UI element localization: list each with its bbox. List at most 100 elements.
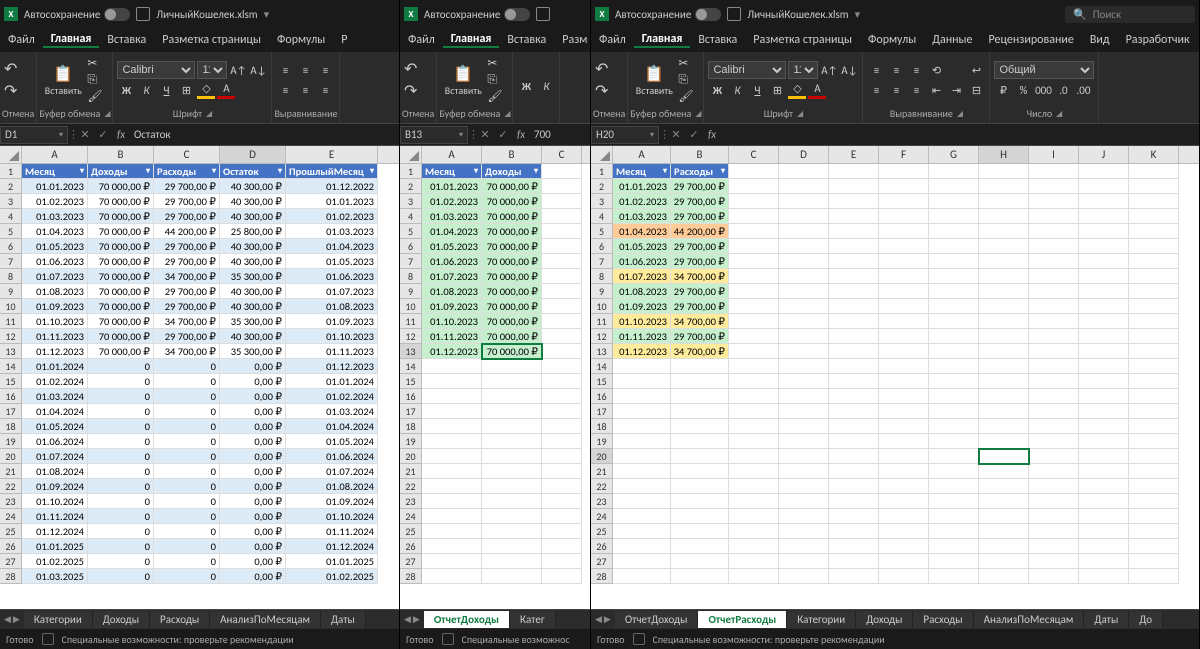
cell[interactable] — [1079, 299, 1129, 314]
cell[interactable]: 40 300,00 ₽ — [220, 329, 286, 344]
accounting-icon[interactable]: ₽ — [994, 81, 1012, 99]
cell[interactable] — [779, 434, 829, 449]
cell[interactable] — [542, 419, 582, 434]
cell[interactable] — [979, 269, 1029, 284]
font-size-select[interactable]: 11 — [788, 61, 818, 79]
cell[interactable] — [1079, 314, 1129, 329]
cell[interactable] — [829, 194, 879, 209]
cell[interactable]: 29 700,00 ₽ — [671, 194, 729, 209]
cell[interactable] — [879, 419, 929, 434]
cell[interactable] — [829, 419, 879, 434]
cell[interactable] — [1129, 224, 1179, 239]
cell[interactable]: 01.07.2024 — [286, 464, 378, 479]
row-header[interactable]: 27 — [0, 554, 22, 569]
row-header[interactable]: 23 — [0, 494, 22, 509]
cell[interactable]: 01.04.2023 — [613, 224, 671, 239]
align-right-icon[interactable]: ≡ — [316, 81, 334, 99]
cell[interactable]: 29 700,00 ₽ — [154, 329, 220, 344]
cell[interactable] — [1079, 224, 1129, 239]
cell[interactable] — [729, 359, 779, 374]
cell[interactable] — [729, 254, 779, 269]
cell[interactable] — [929, 254, 979, 269]
cell[interactable] — [729, 554, 779, 569]
cell[interactable]: 0,00 ₽ — [220, 554, 286, 569]
cell[interactable] — [829, 464, 879, 479]
cell[interactable] — [542, 344, 582, 359]
cell[interactable] — [422, 554, 482, 569]
cell[interactable] — [929, 344, 979, 359]
cell[interactable] — [779, 539, 829, 554]
cell[interactable]: 01.12.2023 — [613, 344, 671, 359]
cell[interactable] — [779, 224, 829, 239]
cell[interactable] — [829, 539, 879, 554]
decrease-font-icon[interactable]: A↓ — [249, 61, 267, 79]
cell[interactable] — [929, 239, 979, 254]
redo-icon[interactable]: ↷ — [404, 81, 417, 101]
cell[interactable] — [542, 479, 582, 494]
cell[interactable] — [482, 434, 542, 449]
cell[interactable]: 40 300,00 ₽ — [220, 179, 286, 194]
cell[interactable] — [929, 404, 979, 419]
sheet-tab-ОтчетДоходы[interactable]: ОтчетДоходы — [424, 611, 510, 628]
cell[interactable]: 01.08.2024 — [22, 464, 88, 479]
cell[interactable] — [979, 179, 1029, 194]
row-header[interactable]: 1 — [400, 164, 422, 179]
sheet-tab-Доходы[interactable]: Доходы — [856, 611, 913, 628]
cell[interactable]: 01.12.2024 — [22, 524, 88, 539]
row-header[interactable]: 26 — [591, 539, 613, 554]
orientation-icon[interactable]: ⟲ — [927, 61, 945, 79]
cell[interactable] — [542, 239, 582, 254]
cell[interactable] — [1029, 509, 1079, 524]
row-header[interactable]: 3 — [0, 194, 22, 209]
row-header[interactable]: 20 — [400, 449, 422, 464]
row-header[interactable]: 18 — [0, 419, 22, 434]
cell[interactable] — [929, 329, 979, 344]
select-all-corner[interactable] — [400, 146, 422, 163]
cell[interactable] — [1079, 194, 1129, 209]
cell[interactable]: 01.05.2024 — [286, 434, 378, 449]
cell[interactable] — [613, 539, 671, 554]
cell[interactable] — [979, 464, 1029, 479]
copy-icon[interactable]: ⎘ — [487, 73, 502, 87]
cell[interactable] — [779, 254, 829, 269]
cell[interactable] — [729, 194, 779, 209]
cell[interactable] — [1079, 449, 1129, 464]
cell[interactable]: 01.06.2023 — [22, 254, 88, 269]
header-cell[interactable]: ПрошлыйМесяц — [286, 164, 378, 179]
select-all-corner[interactable] — [0, 146, 22, 163]
cell[interactable] — [829, 479, 879, 494]
cell[interactable]: 40 300,00 ₽ — [220, 239, 286, 254]
cell[interactable] — [542, 299, 582, 314]
cell[interactable] — [1079, 284, 1129, 299]
row-header[interactable]: 20 — [0, 449, 22, 464]
cell[interactable] — [1029, 539, 1079, 554]
row-header[interactable]: 15 — [400, 374, 422, 389]
row-header[interactable]: 2 — [591, 179, 613, 194]
cell[interactable] — [979, 374, 1029, 389]
cell[interactable]: 70 000,00 ₽ — [482, 209, 542, 224]
cell[interactable] — [482, 524, 542, 539]
cell[interactable]: 01.06.2024 — [22, 434, 88, 449]
cut-icon[interactable]: ✂ — [487, 56, 502, 71]
align-bottom-icon[interactable]: ≡ — [907, 61, 925, 79]
launcher-icon[interactable]: ◢ — [957, 109, 963, 119]
cell[interactable]: 01.10.2024 — [22, 494, 88, 509]
cell[interactable] — [879, 299, 929, 314]
col-header-D[interactable]: D — [779, 146, 829, 163]
cell[interactable] — [1079, 554, 1129, 569]
cell[interactable]: 29 700,00 ₽ — [671, 254, 729, 269]
cell[interactable]: 0,00 ₽ — [220, 449, 286, 464]
cell[interactable] — [879, 494, 929, 509]
cell[interactable]: 0 — [154, 419, 220, 434]
cell[interactable] — [829, 359, 879, 374]
row-header[interactable]: 6 — [400, 239, 422, 254]
cell[interactable] — [879, 224, 929, 239]
toggle-icon[interactable] — [504, 8, 530, 21]
row-header[interactable]: 21 — [400, 464, 422, 479]
cell[interactable] — [929, 224, 979, 239]
formula-input[interactable]: Остаток — [130, 128, 399, 141]
cell[interactable] — [1029, 254, 1079, 269]
cell[interactable] — [1029, 314, 1079, 329]
row-header[interactable]: 6 — [591, 239, 613, 254]
number-format-select[interactable]: Общий — [994, 61, 1094, 79]
